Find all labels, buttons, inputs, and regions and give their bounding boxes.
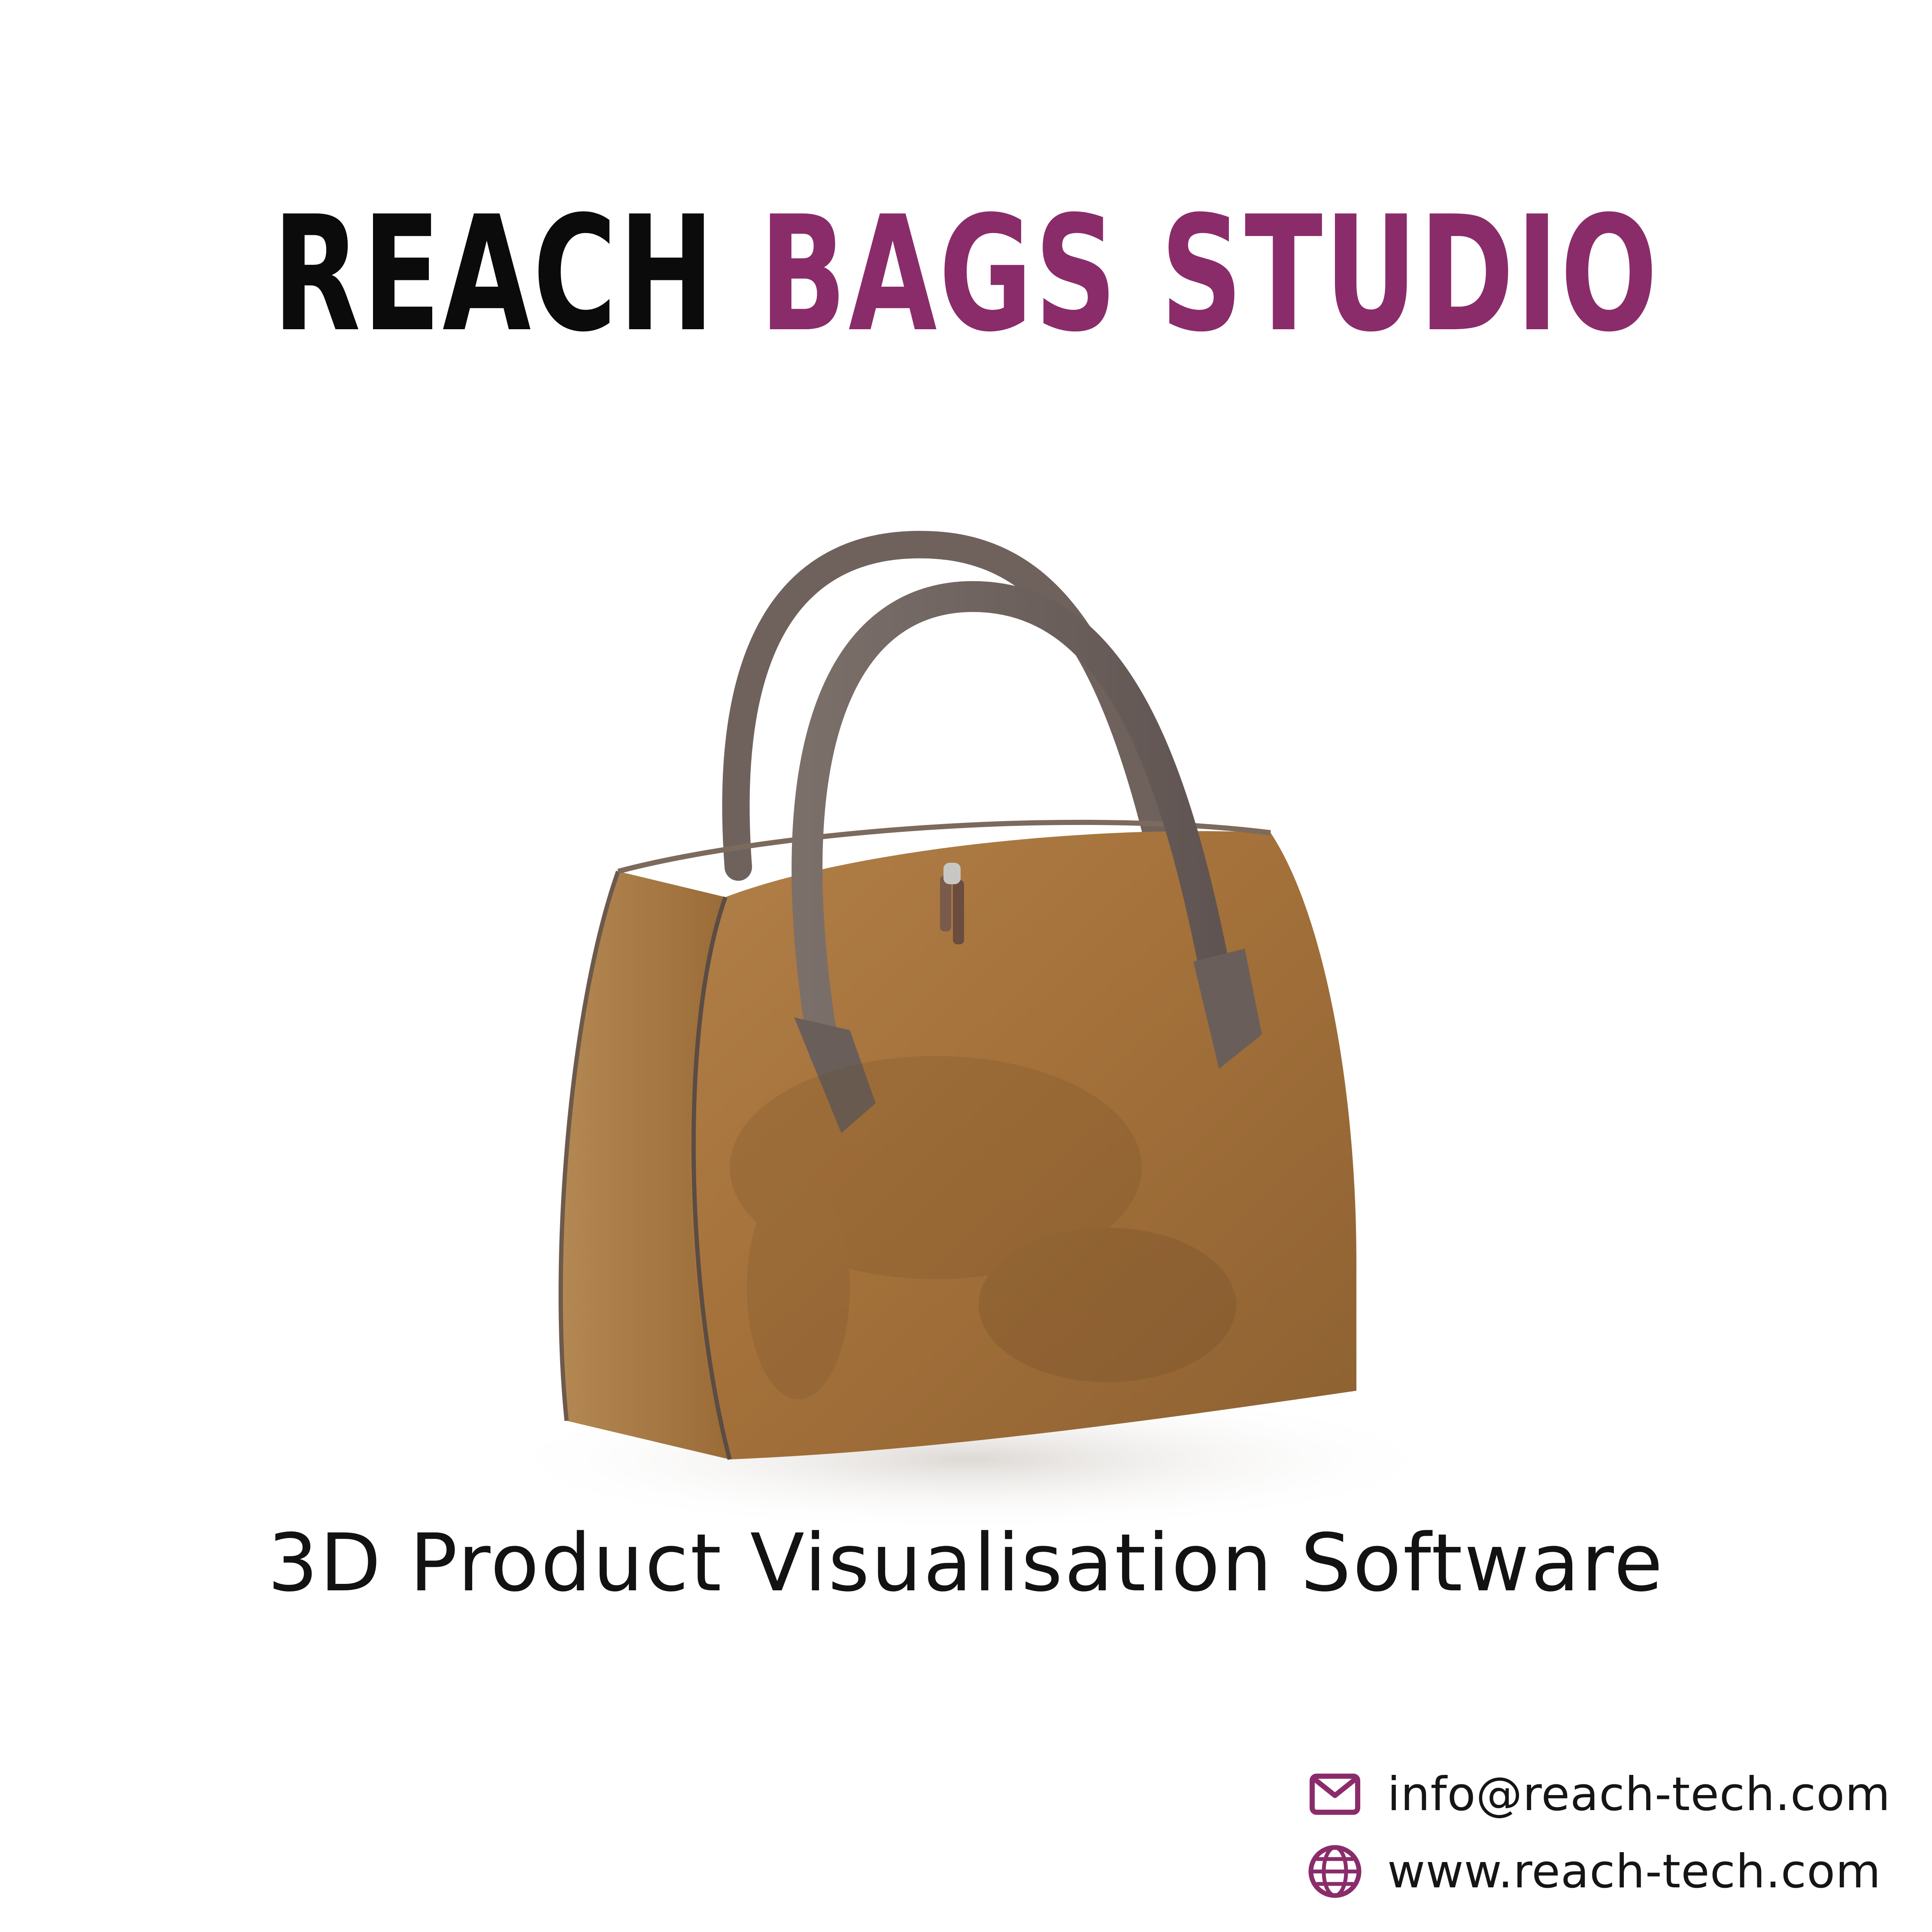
- contact-website[interactable]: www.reach-tech.com: [1387, 1845, 1881, 1899]
- page-title: REACH BAGS STUDIO: [270, 185, 1662, 365]
- contact-email-row[interactable]: info@reach-tech.com: [1305, 1764, 1923, 1824]
- mail-icon: [1305, 1764, 1365, 1824]
- subtitle: 3D Product Visualisation Software: [267, 1516, 1665, 1609]
- contact-website-row[interactable]: www.reach-tech.com: [1305, 1841, 1923, 1902]
- globe-icon: [1305, 1841, 1365, 1902]
- contact-email[interactable]: info@reach-tech.com: [1387, 1768, 1891, 1821]
- handbag-image: [464, 524, 1477, 1532]
- title-reach: REACH: [273, 182, 716, 367]
- contact-block: info@reach-tech.com www.reach-tech.com: [1305, 1764, 1923, 1902]
- poster: REACH BAGS STUDIO 3D Product Visualisati…: [0, 0, 1932, 1932]
- title-bags-studio: BAGS STUDIO: [759, 182, 1659, 367]
